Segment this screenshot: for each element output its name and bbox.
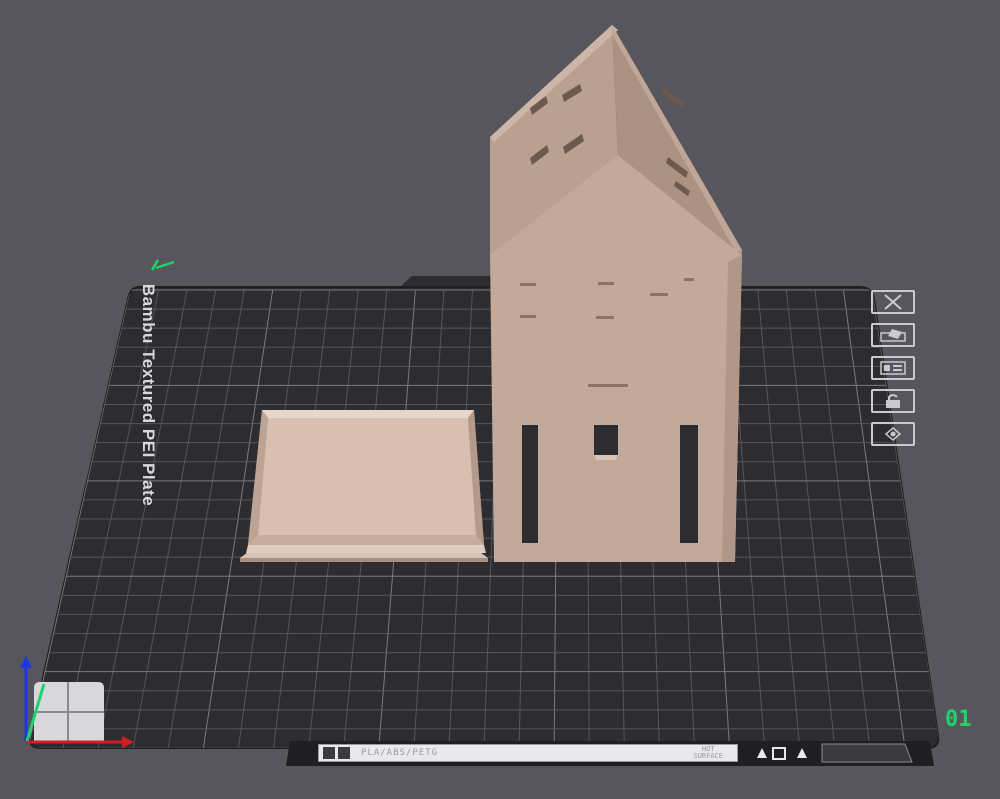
hot-surface-line-2: SURFACE <box>693 752 723 760</box>
arrange-icon <box>880 361 906 375</box>
plate-index-label[interactable]: 01 <box>945 707 972 732</box>
close-icon <box>884 294 902 310</box>
arrange-button[interactable] <box>871 356 915 380</box>
lock-icon <box>886 394 900 408</box>
plate-type-icon <box>323 747 335 759</box>
plate-right-tab <box>821 743 913 763</box>
settings-icon <box>884 427 902 441</box>
plate-corner-check-icon <box>150 259 175 271</box>
plate-name-label: Bambu Textured PEI Plate <box>139 283 158 507</box>
plate-settings-button[interactable] <box>871 422 915 446</box>
auto-orient-button[interactable] <box>871 323 915 347</box>
hot-surface-warning: HOT SURFACE <box>693 746 723 760</box>
build-plate[interactable] <box>28 286 940 749</box>
close-plate-button[interactable] <box>871 290 915 314</box>
lock-plate-button[interactable] <box>871 389 915 413</box>
model-house[interactable] <box>490 25 742 562</box>
3d-viewport[interactable]: Bambu Textured PEI Plate 01 PLA/ABS/PETG… <box>0 0 1000 799</box>
model-lid-tray[interactable] <box>240 410 488 562</box>
plate-material-label: PLA/ABS/PETG HOT SURFACE <box>318 744 738 762</box>
plate-materials-text: PLA/ABS/PETG <box>361 748 439 758</box>
orient-icon <box>880 329 906 342</box>
plate-toolbar <box>871 290 921 455</box>
plate-texture-icon <box>338 747 350 759</box>
